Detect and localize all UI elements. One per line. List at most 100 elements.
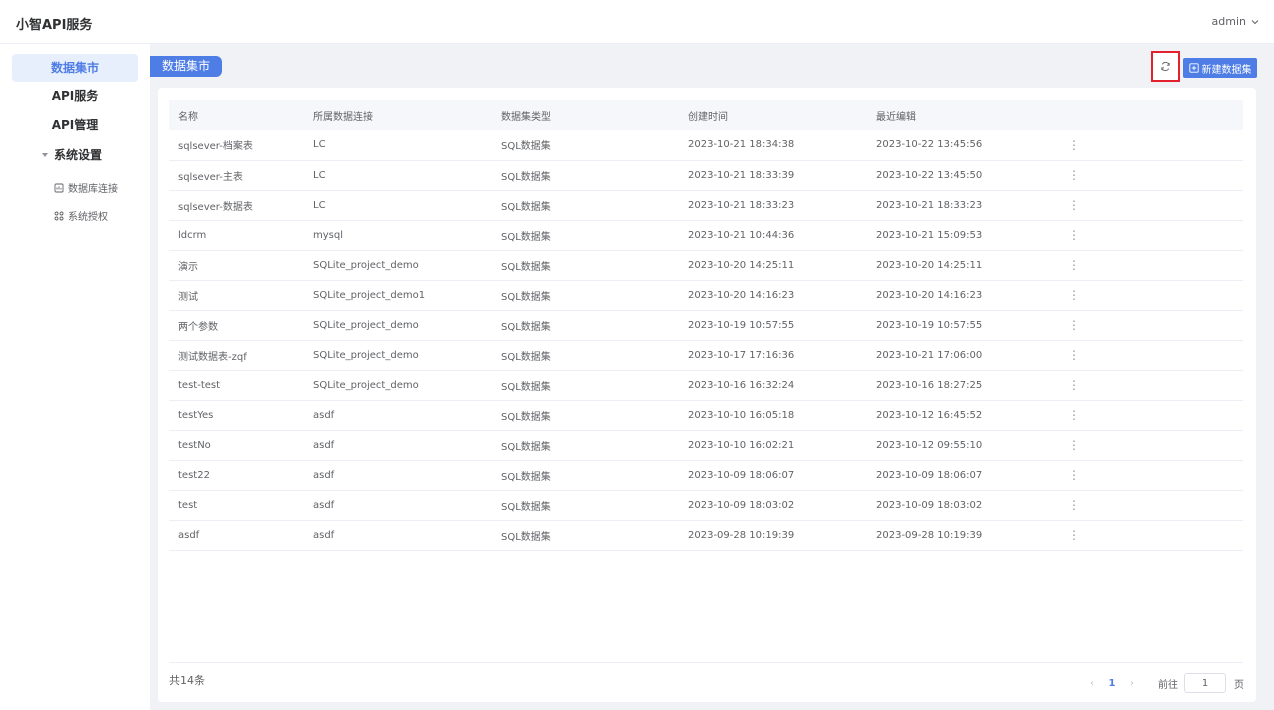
- sidebar-item-label: 系统授权: [68, 212, 108, 223]
- cell-created: 2023-10-09 18:03:02: [688, 499, 795, 511]
- table-row[interactable]: 两个参数 SQLite_project_demo SQL数据集 2023-10-19 …: [169, 310, 1243, 340]
- cell-type: SQL数据集: [501, 141, 551, 153]
- cell-name: test-test: [178, 379, 221, 391]
- column-header-actions: [1054, 100, 1243, 130]
- table-row[interactable]: sqlsever-主表 LC SQL数据集 2023-10-21 18:33:39 20…: [169, 160, 1243, 190]
- cell-connection: SQLite_project_demo: [313, 319, 419, 331]
- table-row[interactable]: test asdf SQL数据集 2023-10-09 18:03:02 2023-10…: [169, 490, 1243, 520]
- column-header-edited[interactable]: 最近编辑: [867, 100, 1054, 130]
- row-more-icon[interactable]: ⋮: [1054, 280, 1243, 310]
- table-bottom-divider: [169, 662, 1243, 663]
- row-more-icon[interactable]: ⋮: [1054, 130, 1243, 160]
- cell-type: SQL数据集: [501, 231, 551, 243]
- cell-connection: SQLite_project_demo: [313, 349, 419, 361]
- cell-name: sqlsever-数据表: [178, 201, 253, 213]
- cell-type: SQL数据集: [501, 261, 551, 273]
- cell-name: testNo: [178, 439, 211, 451]
- cell-type: SQL数据集: [501, 381, 551, 393]
- table-row[interactable]: sqlsever-档案表 LC SQL数据集 2023-10-21 18:34:38 2…: [169, 130, 1243, 160]
- column-header-name[interactable]: 名称: [169, 100, 304, 130]
- row-more-icon[interactable]: ⋮: [1054, 160, 1243, 190]
- cell-created: 2023-10-17 17:16:36: [688, 349, 795, 361]
- column-header-created[interactable]: 创建时间: [679, 100, 867, 130]
- cell-created: 2023-10-09 18:06:07: [688, 469, 795, 481]
- cell-name: ldcrm: [178, 229, 207, 241]
- cell-name: testYes: [178, 409, 214, 421]
- table-row[interactable]: asdf asdf SQL数据集 2023-09-28 10:19:39 2023-09…: [169, 520, 1243, 550]
- cell-connection: SQLite_project_demo1: [313, 289, 426, 301]
- goto-page-input[interactable]: [1184, 673, 1226, 693]
- sidebar-item-label: 数据库连接: [68, 184, 118, 195]
- sidebar-group-system-settings[interactable]: 系统设置: [42, 146, 102, 163]
- cell-created: 2023-10-21 10:44:36: [688, 229, 795, 241]
- refresh-icon: [1161, 61, 1170, 72]
- row-more-icon[interactable]: ⋮: [1054, 400, 1243, 430]
- cell-type: SQL数据集: [501, 411, 551, 423]
- cell-connection: SQLite_project_demo: [313, 379, 419, 391]
- cell-connection: asdf: [313, 439, 335, 451]
- sidebar: 数据集市 API服务 API管理 系统设置 数据库连接 系统授权: [0, 44, 150, 710]
- cell-created: 2023-10-20 14:16:23: [688, 289, 795, 301]
- row-more-icon[interactable]: ⋮: [1054, 520, 1243, 550]
- cell-edited: 2023-10-09 18:06:07: [876, 469, 983, 481]
- row-more-icon[interactable]: ⋮: [1054, 460, 1243, 490]
- table-row[interactable]: testNo asdf SQL数据集 2023-10-10 16:02:21 2023-…: [169, 430, 1243, 460]
- sidebar-item-api-management[interactable]: API管理: [12, 111, 138, 139]
- cell-name: sqlsever-主表: [178, 171, 243, 183]
- authorization-icon: [54, 211, 64, 220]
- cell-edited: 2023-10-12 16:45:52: [876, 409, 983, 421]
- top-header: 小智API服务 admin: [0, 0, 1274, 44]
- table-row[interactable]: ldcrm mysql SQL数据集 2023-10-21 10:44:36 2023-…: [169, 220, 1243, 250]
- table-row[interactable]: 测试 SQLite_project_demo1 SQL数据集 2023-10-20 1…: [169, 280, 1243, 310]
- cell-connection: LC: [313, 199, 326, 211]
- chevron-down-icon: [1251, 19, 1259, 24]
- row-more-icon[interactable]: ⋮: [1054, 310, 1243, 340]
- row-more-icon[interactable]: ⋮: [1054, 340, 1243, 370]
- table-row[interactable]: sqlsever-数据表 LC SQL数据集 2023-10-21 18:33:23 2…: [169, 190, 1243, 220]
- sidebar-item-system-authorization[interactable]: 系统授权: [54, 208, 108, 223]
- cell-connection: LC: [313, 169, 326, 181]
- row-more-icon[interactable]: ⋮: [1054, 190, 1243, 220]
- sidebar-item-database-connection[interactable]: 数据库连接: [54, 180, 118, 195]
- page-title-tag: 数据集市: [150, 56, 223, 77]
- table-row[interactable]: test22 asdf SQL数据集 2023-10-09 18:06:07 2023-…: [169, 460, 1243, 490]
- cell-name: 演示: [178, 261, 198, 273]
- cell-connection: asdf: [313, 469, 335, 481]
- cell-created: 2023-10-10 16:02:21: [688, 439, 795, 451]
- page-number-current[interactable]: 1: [1102, 678, 1122, 689]
- row-more-icon[interactable]: ⋮: [1054, 250, 1243, 280]
- cell-name: test: [178, 499, 198, 511]
- app-title: 小智API服务: [16, 18, 93, 33]
- table-row[interactable]: 测试数据表-zqf SQLite_project_demo SQL数据集 2023-1…: [169, 340, 1243, 370]
- cell-type: SQL数据集: [501, 321, 551, 333]
- database-icon: [54, 183, 64, 192]
- next-page-button[interactable]: ›: [1122, 678, 1142, 689]
- user-menu[interactable]: admin: [1212, 15, 1260, 28]
- prev-page-button[interactable]: ‹: [1082, 678, 1102, 689]
- cell-edited: 2023-10-20 14:25:11: [876, 259, 983, 271]
- cell-created: 2023-10-10 16:05:18: [688, 409, 795, 421]
- table-row[interactable]: testYes asdf SQL数据集 2023-10-10 16:05:18 2023…: [169, 400, 1243, 430]
- user-name: admin: [1211, 15, 1246, 28]
- column-header-connection[interactable]: 所属数据连接: [304, 100, 492, 130]
- cell-name: test22: [178, 469, 210, 481]
- row-more-icon[interactable]: ⋮: [1054, 490, 1243, 520]
- sidebar-item-api-service[interactable]: API服务: [12, 82, 138, 110]
- row-more-icon[interactable]: ⋮: [1054, 370, 1243, 400]
- cell-connection: asdf: [313, 499, 335, 511]
- table-row[interactable]: test-test SQLite_project_demo SQL数据集 2023-1…: [169, 370, 1243, 400]
- row-more-icon[interactable]: ⋮: [1054, 430, 1243, 460]
- column-header-type[interactable]: 数据集类型: [492, 100, 679, 130]
- cell-edited: 2023-10-21 15:09:53: [876, 229, 983, 241]
- refresh-button[interactable]: [1151, 51, 1180, 82]
- cell-created: 2023-10-21 18:33:39: [688, 169, 795, 181]
- cell-edited: 2023-10-09 18:03:02: [876, 499, 983, 511]
- table-row[interactable]: 演示 SQLite_project_demo SQL数据集 2023-10-20 14…: [169, 250, 1243, 280]
- cell-edited: 2023-09-28 10:19:39: [876, 529, 983, 541]
- sidebar-item-data-market[interactable]: 数据集市: [12, 54, 138, 82]
- cell-connection: asdf: [313, 529, 335, 541]
- cell-type: SQL数据集: [501, 351, 551, 363]
- cell-created: 2023-10-21 18:34:38: [688, 139, 795, 151]
- row-more-icon[interactable]: ⋮: [1054, 220, 1243, 250]
- new-dataset-button[interactable]: 新建数据集: [1183, 58, 1257, 78]
